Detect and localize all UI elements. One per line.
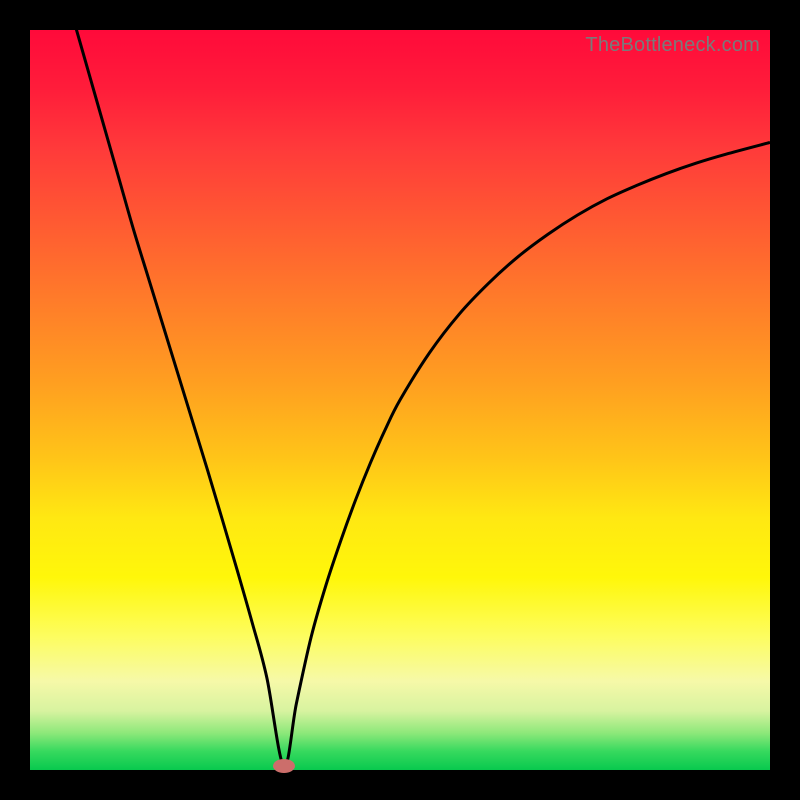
bottleneck-curve <box>30 30 770 770</box>
chart-stage: TheBottleneck.com <box>0 0 800 800</box>
curve-path <box>74 30 770 767</box>
minimum-marker <box>273 759 295 773</box>
plot-area: TheBottleneck.com <box>30 30 770 770</box>
